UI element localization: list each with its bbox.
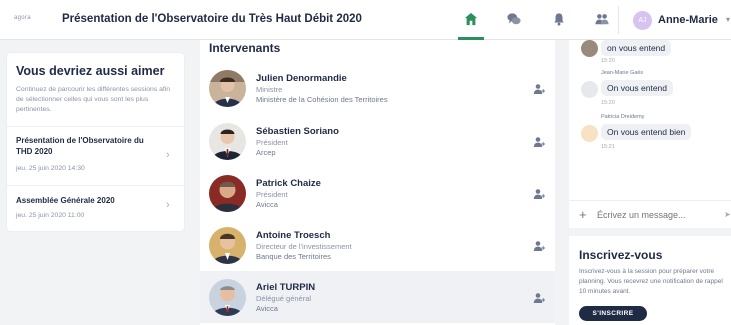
session-item[interactable]: Assemblée Générale 2020 jeu. 25 juin 202… [7,185,184,231]
speaker-name: Sébastien Soriano [256,126,339,137]
message-author: Jean-Marie Gaës [601,70,644,76]
speaker-name: Ariel TURPIN [256,282,316,293]
speaker-role: Délégué général [256,294,312,303]
chevron-right-icon: › [166,199,170,211]
speaker-photo [209,123,246,160]
speakers-panel: Intervenants Julien Denormandie Ministre… [200,40,555,325]
contact-person-icon[interactable] [533,136,545,148]
session-item[interactable]: Présentation de l'Observatoire du THD 20… [7,126,184,185]
chat-message: on vous entend [601,40,672,56]
contact-person-icon[interactable] [533,240,545,252]
top-bar: agora Présentation de l'Observatoire du … [0,0,731,40]
speaker-name: Julien Denormandie [256,73,347,84]
speaker-organization: Avicca [256,304,278,313]
contact-person-icon[interactable] [533,188,545,200]
speaker-photo [209,175,246,212]
contact-person-icon[interactable] [533,292,545,304]
speaker-organization: Avicca [256,200,278,209]
chat-icon[interactable] [505,10,523,28]
user-avatar[interactable]: AJ [633,11,652,30]
avatar [581,40,598,57]
chat-message: On vous entend bien [601,124,692,140]
speaker-organization: Banque des Territoires [256,252,331,261]
message-author: Patricia Dreidemy [601,114,645,120]
chevron-down-icon[interactable]: ▾ [726,15,730,24]
event-title: Présentation de l'Observatoire du Très H… [62,13,362,25]
session-date: jeu. 25 juin 2020 11:00 [16,212,85,219]
send-icon[interactable]: ➤ [724,210,731,219]
avatar [581,81,598,98]
app-logo[interactable]: agora [14,15,31,21]
speaker-role: Directeur de l'investissement [256,242,352,251]
register-card: Inscrivez-vous Inscrivez-vous à la sessi… [569,236,731,325]
speaker-organization: Arcep [256,148,276,157]
chat-message: On vous entend [601,80,674,96]
chat-panel: on vous entend 15:20 Jean-Marie Gaës On … [569,40,731,228]
speakers-title: Intervenants [209,41,281,55]
message-time: 15:20 [601,100,615,106]
user-name[interactable]: Anne-Marie [658,14,718,26]
message-time: 15:21 [601,144,615,150]
home-icon[interactable] [462,10,480,28]
speaker-photo [209,279,246,316]
register-description: Inscrivez-vous à la session pour prépare… [579,268,723,295]
speaker-role: Ministre [256,85,283,94]
chevron-right-icon: › [166,149,170,161]
register-button[interactable]: S'INSCRIRE [579,306,647,321]
speaker-name: Antoine Troesch [256,230,331,241]
avatar [581,125,598,142]
suggestions-title: Vous devriez aussi aimer [16,64,165,78]
speaker-role: Président [256,138,288,147]
suggestions-card: Vous devriez aussi aimer Continuez de pa… [7,53,184,231]
plus-icon[interactable]: + [579,207,587,222]
suggestions-description: Continuez de parcourir les différentes s… [16,86,171,113]
message-time: 15:20 [601,58,615,64]
session-date: jeu. 25 juin 2020 14:30 [16,165,85,172]
contact-person-icon[interactable] [533,83,545,95]
speaker-row[interactable]: Antoine Troesch Directeur de l'investiss… [200,219,555,271]
speaker-row[interactable]: Sébastien Soriano Président Arcep [200,115,555,167]
bell-icon[interactable] [550,10,568,28]
speaker-photo [209,227,246,264]
register-title: Inscrivez-vous [579,248,663,262]
speaker-organization: Ministère de la Cohésion des Territoires [256,95,388,104]
speaker-role: Président [256,190,288,199]
chat-composer: + ➤ [569,200,731,228]
speaker-row[interactable]: Patrick Chaize Président Avicca [200,167,555,219]
session-title: Assemblée Générale 2020 [16,196,115,205]
speaker-name: Patrick Chaize [256,178,321,189]
speaker-row[interactable]: Julien Denormandie Ministre Ministère de… [200,62,555,114]
session-title: Présentation de l'Observatoire du THD 20… [16,136,144,156]
speaker-photo [209,70,246,107]
people-icon[interactable] [593,10,611,28]
speaker-row[interactable]: Ariel TURPIN Délégué général Avicca [200,271,555,323]
nav-divider [618,6,619,34]
chat-input[interactable] [597,207,717,223]
